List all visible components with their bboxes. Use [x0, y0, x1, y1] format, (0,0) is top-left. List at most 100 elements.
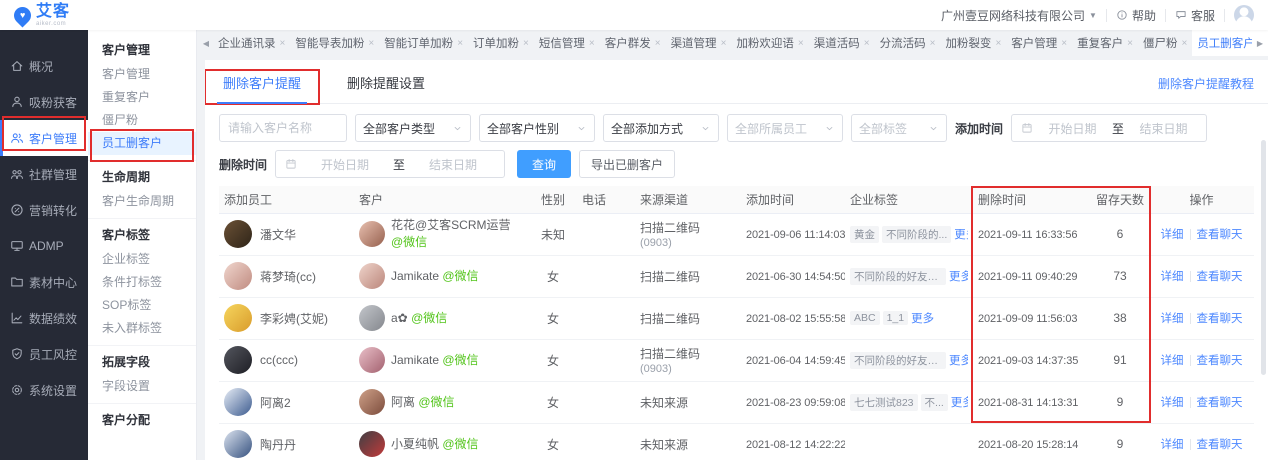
- close-tab-icon[interactable]: ×: [995, 38, 1001, 49]
- detail-link[interactable]: 详细: [1161, 436, 1184, 452]
- more-tags-link[interactable]: 更多: [911, 310, 934, 326]
- view-chat-link[interactable]: 查看聊天: [1197, 268, 1243, 284]
- employee-name: 潘文华: [260, 226, 296, 243]
- close-tab-icon[interactable]: ×: [457, 38, 463, 49]
- view-chat-link[interactable]: 查看聊天: [1197, 394, 1243, 410]
- subsidebar-item[interactable]: SOP标签: [88, 294, 196, 317]
- owner-employee-select[interactable]: 全部所属员工: [727, 114, 843, 142]
- workspace-tab[interactable]: 智能订单加粉×: [379, 30, 468, 56]
- detail-link[interactable]: 详细: [1161, 352, 1184, 368]
- close-tab-icon[interactable]: ×: [1061, 38, 1067, 49]
- view-chat-link[interactable]: 查看聊天: [1197, 352, 1243, 368]
- subsidebar-item[interactable]: 客户生命周期: [88, 190, 196, 213]
- close-tab-icon[interactable]: ×: [368, 38, 374, 49]
- source-cell: 扫描二维码: [635, 297, 741, 339]
- tutorial-link[interactable]: 删除客户提醒教程: [1158, 75, 1254, 103]
- subsidebar-item[interactable]: 客户管理: [88, 63, 196, 86]
- company-switcher[interactable]: 广州壹豆网络科技有限公司 ▼: [941, 7, 1097, 24]
- workspace-tab[interactable]: 企业通讯录×: [213, 30, 290, 56]
- sidebar-item-admp[interactable]: ADMP: [0, 228, 88, 264]
- export-deleted-customers-button[interactable]: 导出已删客户: [579, 150, 675, 178]
- sidebar-item-overview[interactable]: 概况: [0, 48, 88, 84]
- workspace-tab[interactable]: 短信管理×: [534, 30, 600, 56]
- page-card: 删除客户提醒 删除提醒设置 删除客户提醒教程 全部客户类型全部客户性别 全部添加方…: [205, 60, 1268, 460]
- tags-cell: [845, 423, 973, 460]
- vertical-scrollbar[interactable]: [1261, 140, 1266, 375]
- subsidebar-item[interactable]: 字段设置: [88, 375, 196, 398]
- delete-time-cell: 2021-09-11 16:33:56: [973, 213, 1091, 255]
- subsidebar-item[interactable]: 员工删客户: [88, 132, 196, 155]
- close-tab-icon[interactable]: ×: [589, 38, 595, 49]
- workspace-tab[interactable]: 渠道管理×: [666, 30, 732, 56]
- percent-icon: [10, 203, 24, 217]
- customer-gender-select[interactable]: 全部客户性别: [479, 114, 595, 142]
- delete-time-range-picker[interactable]: 开始日期 至 结束日期: [275, 150, 505, 178]
- sidebar-item-fan-acquisition[interactable]: 吸粉获客: [0, 84, 88, 120]
- sidebar-item-employee-risk[interactable]: 员工风控: [0, 336, 88, 372]
- workspace-tab[interactable]: 重复客户×: [1072, 30, 1138, 56]
- close-tab-icon[interactable]: ×: [721, 38, 727, 49]
- detail-link[interactable]: 详细: [1161, 310, 1184, 326]
- content-area: ◀ 企业通讯录×智能导表加粉×智能订单加粉×订单加粉×短信管理×客户群发×渠道管…: [197, 30, 1268, 460]
- subsidebar-item[interactable]: 未入群标签: [88, 317, 196, 340]
- workspace-tab[interactable]: 客户群发×: [600, 30, 666, 56]
- tabs-scroll-right-icon[interactable]: ▶: [1252, 30, 1268, 56]
- add-time-range-picker[interactable]: 开始日期 至 结束日期: [1011, 114, 1207, 142]
- subsidebar-item[interactable]: 企业标签: [88, 248, 196, 271]
- workspace-tab[interactable]: 员工删客户: [1192, 30, 1260, 56]
- gender-cell: 女: [529, 297, 577, 339]
- more-tags-link[interactable]: 更多: [954, 226, 968, 242]
- more-tags-link[interactable]: 更多: [949, 352, 968, 368]
- detail-link[interactable]: 详细: [1161, 394, 1184, 410]
- search-button[interactable]: 查询: [517, 150, 571, 178]
- subsidebar-item[interactable]: 条件打标签: [88, 271, 196, 294]
- tabs-scroll-left-icon[interactable]: ◀: [199, 39, 213, 48]
- more-tags-link[interactable]: 更多: [951, 394, 968, 410]
- subsidebar-item[interactable]: 重复客户: [88, 86, 196, 109]
- close-tab-icon[interactable]: ×: [930, 38, 936, 49]
- workspace-tab[interactable]: 加粉裂变×: [940, 30, 1006, 56]
- tab-delete-customer-reminder[interactable]: 删除客户提醒: [219, 73, 305, 103]
- workspace-tab[interactable]: 订单加粉×: [468, 30, 534, 56]
- workspace-tab[interactable]: 僵尸粉×: [1138, 30, 1192, 56]
- customer-type-select[interactable]: 全部客户类型: [355, 114, 471, 142]
- tags-select[interactable]: 全部标签: [851, 114, 947, 142]
- close-tab-icon[interactable]: ×: [1181, 38, 1187, 49]
- add-method-select[interactable]: 全部添加方式: [603, 114, 719, 142]
- view-chat-link[interactable]: 查看聊天: [1197, 310, 1243, 326]
- close-tab-icon[interactable]: ×: [864, 38, 870, 49]
- close-tab-icon[interactable]: ×: [655, 38, 661, 49]
- sidebar-item-data-performance[interactable]: 数据绩效: [0, 300, 88, 336]
- sidebar-item-material-center[interactable]: 素材中心: [0, 264, 88, 300]
- workspace-tab[interactable]: 渠道活码×: [809, 30, 875, 56]
- sidebar-item-marketing-conversion[interactable]: 营销转化: [0, 192, 88, 228]
- subsidebar-item[interactable]: 僵尸粉: [88, 109, 196, 132]
- subsidebar-section: 客户管理客户管理重复客户僵尸粉员工删客户: [88, 38, 196, 161]
- workspace-tab[interactable]: 客户管理×: [1006, 30, 1072, 56]
- column-header: 留存天数: [1091, 186, 1149, 213]
- divider: [1190, 355, 1191, 366]
- close-tab-icon[interactable]: ×: [798, 38, 804, 49]
- sidebar-item-customer-management[interactable]: 客户管理: [0, 120, 88, 156]
- view-chat-link[interactable]: 查看聊天: [1197, 436, 1243, 452]
- workspace-tab[interactable]: 分流活码×: [875, 30, 941, 56]
- user-avatar[interactable]: [1234, 5, 1254, 25]
- customer-name-input[interactable]: [219, 114, 347, 142]
- view-chat-link[interactable]: 查看聊天: [1197, 226, 1243, 242]
- close-tab-icon[interactable]: ×: [523, 38, 529, 49]
- divider: [1165, 9, 1166, 22]
- close-tab-icon[interactable]: ×: [1127, 38, 1133, 49]
- help-button[interactable]: 帮助: [1116, 7, 1156, 24]
- workspace-tab[interactable]: 智能导表加粉×: [290, 30, 379, 56]
- actions-cell: 详细查看聊天: [1149, 255, 1254, 297]
- detail-link[interactable]: 详细: [1161, 226, 1184, 242]
- sidebar-item-system-settings[interactable]: 系统设置: [0, 372, 88, 408]
- customer-service-button[interactable]: 客服: [1175, 7, 1215, 24]
- tab-delete-reminder-settings[interactable]: 删除提醒设置: [343, 73, 429, 103]
- detail-link[interactable]: 详细: [1161, 268, 1184, 284]
- workspace-tab[interactable]: 加粉欢迎语×: [731, 30, 808, 56]
- close-tab-icon[interactable]: ×: [280, 38, 286, 49]
- more-tags-link[interactable]: 更多: [949, 268, 968, 284]
- select-value: 全部客户性别: [487, 120, 559, 137]
- sidebar-item-community-management[interactable]: 社群管理: [0, 156, 88, 192]
